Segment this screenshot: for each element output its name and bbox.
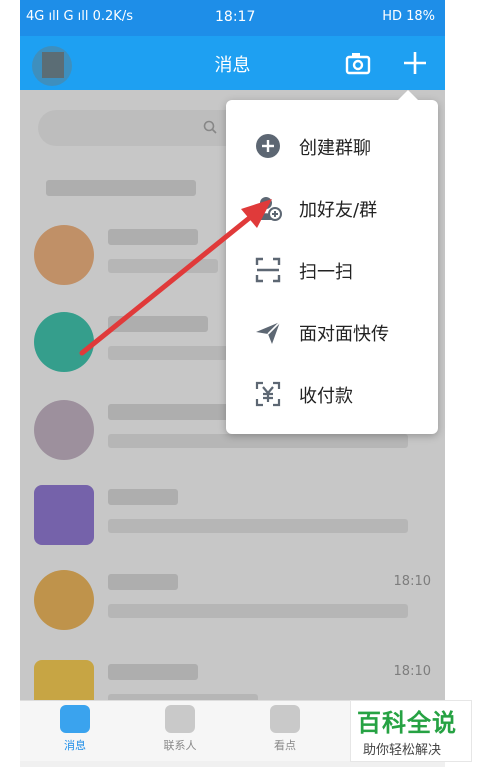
menu-item-label: 加好友/群 bbox=[299, 200, 378, 221]
battery-status: HD 18% bbox=[382, 9, 435, 24]
status-time: 18:17 bbox=[215, 9, 256, 25]
tab-contacts[interactable]: 联系人 bbox=[140, 705, 220, 753]
watermark-title: 百科全说 bbox=[357, 709, 457, 737]
add-circle-icon bbox=[256, 134, 280, 158]
tab-messages[interactable]: 消息 bbox=[35, 705, 115, 753]
tab-label: 看点 bbox=[274, 739, 296, 752]
menu-item-label: 面对面快传 bbox=[299, 324, 389, 345]
tab-label: 联系人 bbox=[163, 739, 197, 752]
status-bar: 4G ıll G ıll 0.2K/s 18:17 HD 18% bbox=[20, 0, 445, 36]
annotation-arrow bbox=[79, 199, 272, 356]
yuan-icon bbox=[255, 381, 281, 407]
header: 消息 bbox=[20, 36, 445, 90]
messages-icon bbox=[60, 705, 90, 733]
watermark-logo: 百科全说 助你轻松解决 bbox=[350, 700, 472, 762]
menu-item-label: 扫一扫 bbox=[299, 262, 353, 283]
contacts-icon bbox=[165, 705, 195, 733]
tab-feed[interactable]: 看点 bbox=[245, 705, 325, 753]
menu-item-payment[interactable]: 收付款 bbox=[226, 362, 438, 424]
menu-item-label: 创建群聊 bbox=[299, 138, 371, 159]
watermark-subtitle: 助你轻松解决 bbox=[363, 743, 442, 758]
menu-item-create-group[interactable]: 创建群聊 bbox=[226, 114, 438, 176]
page-title: 消息 bbox=[214, 55, 251, 76]
menu-item-label: 收付款 bbox=[299, 386, 353, 407]
network-status: 4G ıll G ıll 0.2K/s bbox=[26, 9, 133, 24]
plus-icon[interactable] bbox=[400, 48, 430, 78]
tab-label: 消息 bbox=[64, 739, 86, 752]
camera-icon[interactable] bbox=[345, 50, 371, 76]
feed-icon bbox=[270, 705, 300, 733]
